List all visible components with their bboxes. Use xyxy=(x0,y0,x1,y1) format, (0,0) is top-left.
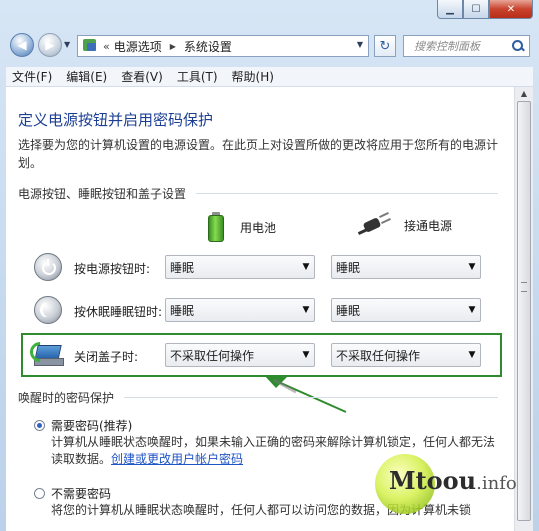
no-password-label[interactable]: 不需要密码 xyxy=(51,485,111,502)
maximize-button[interactable]: ☐ xyxy=(463,0,489,19)
close-button[interactable]: ✕ xyxy=(489,0,533,19)
watermark-text: Mtoou.info xyxy=(389,466,517,495)
breadcrumb-overflow[interactable]: « xyxy=(103,40,110,53)
close-icon: ✕ xyxy=(506,3,516,15)
breadcrumb-chevron-icon[interactable]: ▶ xyxy=(170,42,176,51)
no-password-option[interactable]: 不需要密码 xyxy=(34,485,111,502)
search-input[interactable]: 搜索控制面板 xyxy=(404,38,511,54)
password-group-title: 唤醒时的密码保护 xyxy=(18,391,115,405)
breadcrumb-system-settings[interactable]: 系统设置 xyxy=(184,38,232,55)
search-icon[interactable] xyxy=(511,39,525,53)
address-dropdown-icon[interactable]: ▼ xyxy=(357,40,363,49)
group-divider xyxy=(124,397,498,398)
back-arrow-icon: ◀ xyxy=(17,38,27,52)
change-password-link[interactable]: 创建或更改用户帐户密码 xyxy=(111,452,243,466)
forward-button[interactable]: ▶ xyxy=(38,33,62,57)
address-bar[interactable]: « 电源选项 ▶ 系统设置 ▼ xyxy=(77,35,369,57)
control-panel-window: ▁ ☐ ✕ ◀ ▶ ▼ « 电源选项 ▶ 系统设置 ▼ ↻ 搜索控制面板 文件(… xyxy=(0,0,539,531)
navigation-bar: ◀ ▶ ▼ « 电源选项 ▶ 系统设置 ▼ ↻ 搜索控制面板 xyxy=(0,30,539,62)
require-password-radio[interactable] xyxy=(34,420,45,431)
minimize-icon: ▁ xyxy=(446,3,454,15)
minimize-button[interactable]: ▁ xyxy=(437,0,463,19)
maximize-icon: ☐ xyxy=(471,3,481,15)
menu-edit[interactable]: 编辑(E) xyxy=(66,68,107,85)
require-password-label[interactable]: 需要密码(推荐) xyxy=(51,417,132,434)
control-panel-icon xyxy=(81,38,99,54)
watermark-logo: Mtoou.info xyxy=(375,452,525,518)
menu-bar: 文件(F) 编辑(E) 查看(V) 工具(T) 帮助(H) xyxy=(6,67,533,87)
scroll-grip xyxy=(521,282,527,292)
watermark-suffix: .info xyxy=(476,473,517,494)
back-button[interactable]: ◀ xyxy=(10,33,34,57)
watermark-main: Mtoou xyxy=(389,466,477,495)
no-password-radio[interactable] xyxy=(34,488,45,499)
search-box[interactable]: 搜索控制面板 xyxy=(403,35,530,57)
require-password-option[interactable]: 需要密码(推荐) xyxy=(34,417,132,434)
menu-tools[interactable]: 工具(T) xyxy=(177,68,218,85)
recent-pages-dropdown[interactable]: ▼ xyxy=(64,40,70,49)
refresh-icon: ↻ xyxy=(379,38,391,54)
menu-view[interactable]: 查看(V) xyxy=(121,68,163,85)
breadcrumb-power-options[interactable]: 电源选项 xyxy=(114,38,162,55)
menu-file[interactable]: 文件(F) xyxy=(12,68,52,85)
menu-help[interactable]: 帮助(H) xyxy=(232,68,274,85)
forward-arrow-icon: ▶ xyxy=(45,38,55,52)
window-caption-buttons: ▁ ☐ ✕ xyxy=(437,0,533,20)
refresh-button[interactable]: ↻ xyxy=(374,35,396,57)
